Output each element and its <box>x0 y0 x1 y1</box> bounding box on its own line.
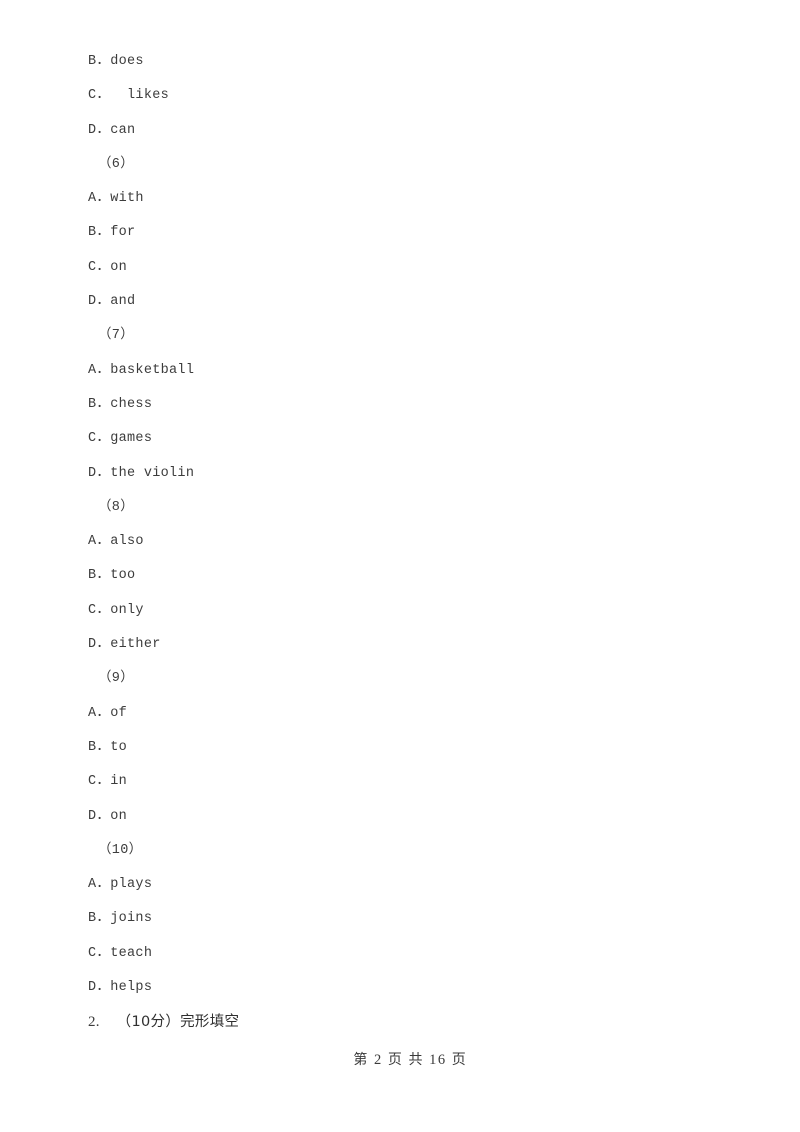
option-text: for <box>110 225 136 241</box>
question-title: 完形填空 <box>180 1014 240 1031</box>
option-text: teach <box>110 945 153 961</box>
option-separator: ． <box>96 122 111 138</box>
page-footer: 第 2 页 共 16 页 <box>0 1032 800 1086</box>
answer-option-row: A．plays <box>88 868 728 902</box>
option-text: with <box>110 191 144 207</box>
document-page: B．does C． likes D．can （6） A．with B．for C．on D．a… <box>0 0 800 1132</box>
option-text: chess <box>110 396 153 412</box>
question-group-number: （8） <box>88 491 728 525</box>
answer-option-row: A．also <box>88 525 728 559</box>
group-number-label: （6） <box>98 156 135 172</box>
option-separator: ． <box>96 945 111 961</box>
answer-option-row: A．basketball <box>88 354 728 388</box>
question-group-number: （6） <box>88 148 728 182</box>
option-separator: ． <box>96 88 119 104</box>
question-group-number: （7） <box>88 319 728 353</box>
option-text: in <box>110 774 128 790</box>
option-text: basketball <box>110 362 195 378</box>
group-number-label: （10） <box>98 842 143 858</box>
option-separator: ． <box>96 191 111 207</box>
option-text: to <box>110 739 128 755</box>
option-separator: ． <box>96 362 111 378</box>
footer-current-page: 2 <box>373 1052 383 1068</box>
option-separator: ． <box>96 911 111 927</box>
answer-option-row: B．too <box>88 559 728 593</box>
footer-total-unit: 页 <box>451 1052 468 1068</box>
option-text: either <box>110 637 161 653</box>
answer-option-row: C．only <box>88 594 728 628</box>
answer-option-row: D．on <box>88 800 728 834</box>
footer-total-pages: 16 <box>429 1052 447 1068</box>
option-separator: ． <box>96 877 111 893</box>
option-text: of <box>110 705 128 721</box>
option-separator: ． <box>96 396 111 412</box>
answer-option-row: C．teach <box>88 937 728 971</box>
option-text: can <box>110 122 136 138</box>
answer-option-row: C．games <box>88 422 728 456</box>
option-separator: ． <box>96 465 111 481</box>
option-separator: ． <box>96 568 111 584</box>
option-text: on <box>110 808 128 824</box>
option-text: games <box>110 431 153 447</box>
answer-option-row: B．for <box>88 216 728 250</box>
group-number-label: （9） <box>98 671 135 687</box>
option-separator: ． <box>96 705 111 721</box>
answer-option-row: A．with <box>88 182 728 216</box>
answer-option-row: C．in <box>88 765 728 799</box>
answer-option-row: D．either <box>88 628 728 662</box>
option-separator: ． <box>96 431 111 447</box>
answer-option-row: D．the violin <box>88 457 728 491</box>
option-text: does <box>110 54 144 69</box>
option-text: the violin <box>110 465 195 481</box>
exam-content-column: B．does C． likes D．can （6） A．with B．for C．on D．a… <box>88 45 728 1040</box>
option-separator: ． <box>96 980 111 996</box>
question-group-number: （9） <box>88 662 728 696</box>
footer-prefix-label: 第 <box>353 1052 369 1068</box>
answer-option-row: B．chess <box>88 388 728 422</box>
option-text: joins <box>110 911 153 927</box>
question-group-number: （10） <box>88 834 728 868</box>
footer-of-label: 共 <box>408 1052 424 1068</box>
answer-option-row: A．of <box>88 697 728 731</box>
option-text: likes <box>118 88 170 104</box>
group-number-label: （8） <box>98 499 135 515</box>
answer-option-row: B．to <box>88 731 728 765</box>
option-text: on <box>110 259 128 275</box>
option-separator: ． <box>96 637 111 653</box>
question-number: 2. <box>88 1014 100 1031</box>
option-separator: ． <box>96 774 111 790</box>
option-separator: ． <box>96 225 111 241</box>
option-separator: ． <box>96 259 111 275</box>
footer-page-unit: 页 <box>387 1052 404 1068</box>
option-text: only <box>110 602 144 618</box>
answer-option-row: B．joins <box>88 902 728 936</box>
group-number-label: （7） <box>98 328 135 344</box>
answer-option-row: D．and <box>88 285 728 319</box>
option-separator: ． <box>96 602 111 618</box>
option-separator: ． <box>96 739 111 755</box>
option-text: too <box>110 568 136 584</box>
option-text: also <box>110 534 144 550</box>
question-spacer <box>100 1016 117 1031</box>
option-separator: ． <box>96 534 111 550</box>
option-text: plays <box>110 877 153 893</box>
answer-option-row: D．helps <box>88 971 728 1005</box>
option-text: and <box>110 294 136 310</box>
option-text: helps <box>110 980 153 996</box>
answer-option-row: C．on <box>88 251 728 285</box>
option-separator: ． <box>96 54 111 69</box>
option-separator: ． <box>96 808 111 824</box>
question-score: （10分） <box>116 1014 181 1031</box>
answer-option-row: B．does <box>88 45 728 79</box>
option-separator: ． <box>96 294 111 310</box>
answer-option-row: D．can <box>88 114 728 148</box>
answer-option-row: C． likes <box>88 79 728 113</box>
